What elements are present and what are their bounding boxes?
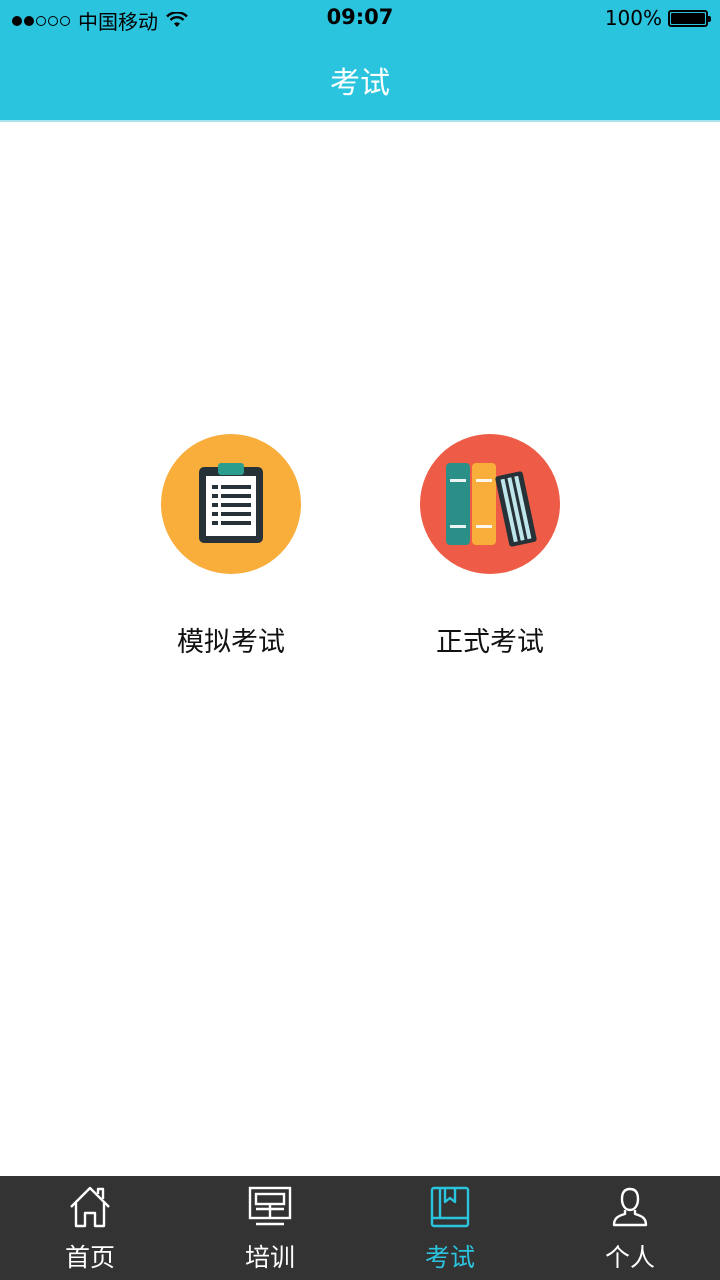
status-right: 100%	[604, 6, 711, 30]
person-icon	[607, 1184, 653, 1230]
tab-profile-label: 个人	[604, 1243, 655, 1272]
mock-exam-tile[interactable]: 模拟考试	[131, 434, 331, 659]
battery-percentage: 100%	[604, 6, 662, 30]
home-icon	[67, 1184, 113, 1230]
tab-training-label: 培训	[244, 1243, 295, 1272]
tab-exam-label: 考试	[424, 1243, 475, 1272]
page-title: 考试	[330, 66, 390, 101]
tab-home-label: 首页	[64, 1243, 115, 1272]
navigation-bar: 考试	[0, 36, 720, 122]
battery-icon	[668, 9, 711, 27]
status-bar: 中国移动 09:07 100%	[0, 0, 720, 36]
tab-profile[interactable]: 个人	[540, 1176, 720, 1280]
formal-exam-icon-circle[interactable]	[420, 434, 560, 574]
mock-exam-icon-circle[interactable]	[161, 434, 301, 574]
tab-exam[interactable]: 考试	[360, 1176, 540, 1280]
tab-training[interactable]: 培训	[180, 1176, 360, 1280]
presentation-board-icon	[247, 1184, 293, 1230]
formal-exam-label[interactable]: 正式考试	[390, 620, 590, 659]
tab-home[interactable]: 首页	[0, 1176, 180, 1280]
clipboard-icon	[199, 463, 263, 543]
book-icon	[427, 1184, 473, 1230]
formal-exam-tile[interactable]: 正式考试	[390, 434, 590, 659]
mock-exam-label[interactable]: 模拟考试	[131, 620, 331, 659]
tab-bar: 首页 培训 考试 个人	[0, 1176, 720, 1280]
books-icon	[446, 463, 537, 547]
